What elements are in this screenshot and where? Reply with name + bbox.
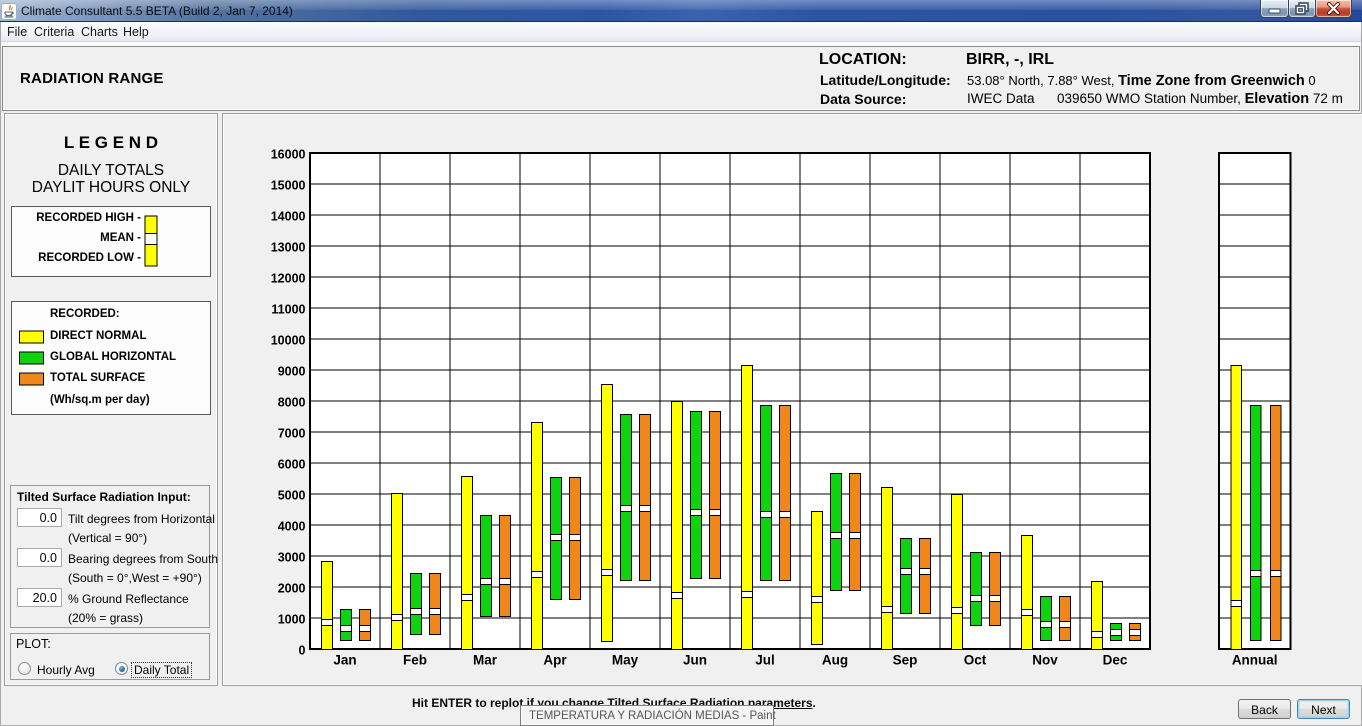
svg-text:Dec: Dec: [1103, 653, 1128, 668]
svg-text:Oct: Oct: [964, 653, 987, 668]
svg-text:Aug: Aug: [822, 653, 848, 668]
svg-text:3000: 3000: [278, 551, 306, 565]
svg-text:1000: 1000: [278, 613, 306, 627]
svg-text:9000: 9000: [278, 365, 306, 379]
svg-text:2000: 2000: [278, 582, 306, 596]
svg-text:15000: 15000: [271, 179, 306, 193]
svg-text:5000: 5000: [278, 489, 306, 503]
svg-text:Mar: Mar: [473, 653, 498, 668]
svg-text:Feb: Feb: [403, 653, 427, 668]
svg-text:10000: 10000: [271, 334, 306, 348]
svg-text:12000: 12000: [271, 272, 306, 286]
svg-text:Annual: Annual: [1232, 653, 1278, 668]
svg-text:6000: 6000: [278, 458, 306, 472]
svg-text:Jun: Jun: [683, 653, 707, 668]
svg-text:Sep: Sep: [893, 653, 918, 668]
svg-text:4000: 4000: [278, 520, 306, 534]
svg-text:May: May: [612, 653, 639, 668]
svg-text:Jan: Jan: [333, 653, 356, 668]
svg-text:0: 0: [299, 644, 306, 658]
svg-text:Nov: Nov: [1032, 653, 1058, 668]
svg-text:14000: 14000: [271, 210, 306, 224]
svg-text:7000: 7000: [278, 427, 306, 441]
svg-text:16000: 16000: [271, 148, 306, 162]
svg-text:8000: 8000: [278, 396, 306, 410]
svg-text:Jul: Jul: [755, 653, 775, 668]
svg-text:13000: 13000: [271, 241, 306, 255]
svg-text:Apr: Apr: [543, 653, 567, 668]
svg-text:11000: 11000: [271, 303, 305, 317]
